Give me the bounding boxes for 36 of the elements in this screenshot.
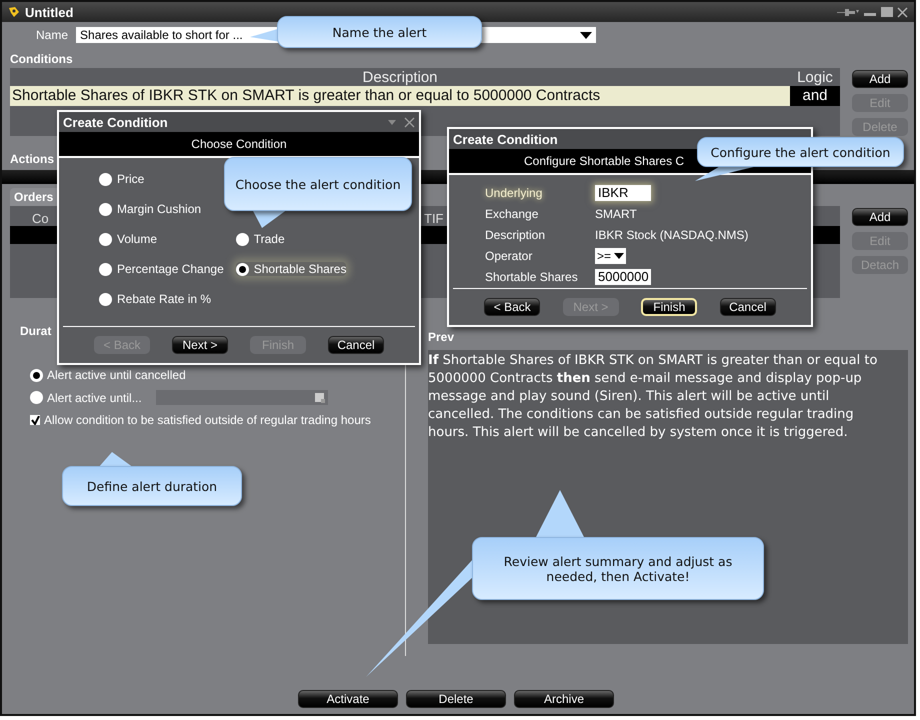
section-title: Conditions xyxy=(10,52,74,68)
field-label: Operator xyxy=(485,248,534,264)
dialog-subtitle: Choose Condition xyxy=(191,137,287,151)
option-label: Alert active until... xyxy=(47,390,142,404)
field-value: SMART xyxy=(595,206,638,222)
option-label: Shortable Shares xyxy=(254,262,346,276)
option-label: Alert active until cancelled xyxy=(47,368,186,382)
field-label: Exchange xyxy=(485,206,540,222)
field-value: IBKR Stock (NASDAQ.NMS) xyxy=(595,227,750,243)
field-label: Name xyxy=(36,28,68,42)
option-label: Trade xyxy=(254,232,285,246)
column-header: TIF xyxy=(424,211,444,226)
callout: Choose the alert condition xyxy=(224,157,412,211)
field-label: Shortable Shares xyxy=(485,269,579,285)
dialog-title: Create Condition xyxy=(453,132,558,146)
option-label: Margin Cushion xyxy=(117,202,202,216)
option-label: Rebate Rate in % xyxy=(117,292,212,306)
option-label: Percentage Change xyxy=(117,262,224,276)
column-header: Co xyxy=(32,211,49,226)
callout: Define alert duration xyxy=(62,466,242,506)
field-label: Description xyxy=(485,227,546,243)
callout: Review alert summary and adjust as needed, then Activate! xyxy=(472,537,764,600)
field-label: Underlying xyxy=(485,185,544,201)
dialog-title: Create Condition xyxy=(63,114,168,130)
option-label: Allow condition to be satisfied outside of regular trading hours xyxy=(44,413,371,427)
section-title: Prev xyxy=(428,330,456,344)
option-label: Volume xyxy=(117,232,158,246)
window-title: Untitled xyxy=(25,4,74,20)
dialog-subtitle: Configure Shortable Shares C xyxy=(524,154,684,168)
option-label: Price xyxy=(117,172,144,186)
column-header: Logic xyxy=(796,69,834,86)
column-header: Description xyxy=(361,69,439,86)
section-title: Durat xyxy=(20,324,52,338)
section-title: Actions xyxy=(10,152,54,166)
callout: Configure the alert condition xyxy=(697,137,904,167)
callout: Name the alert xyxy=(277,16,482,48)
